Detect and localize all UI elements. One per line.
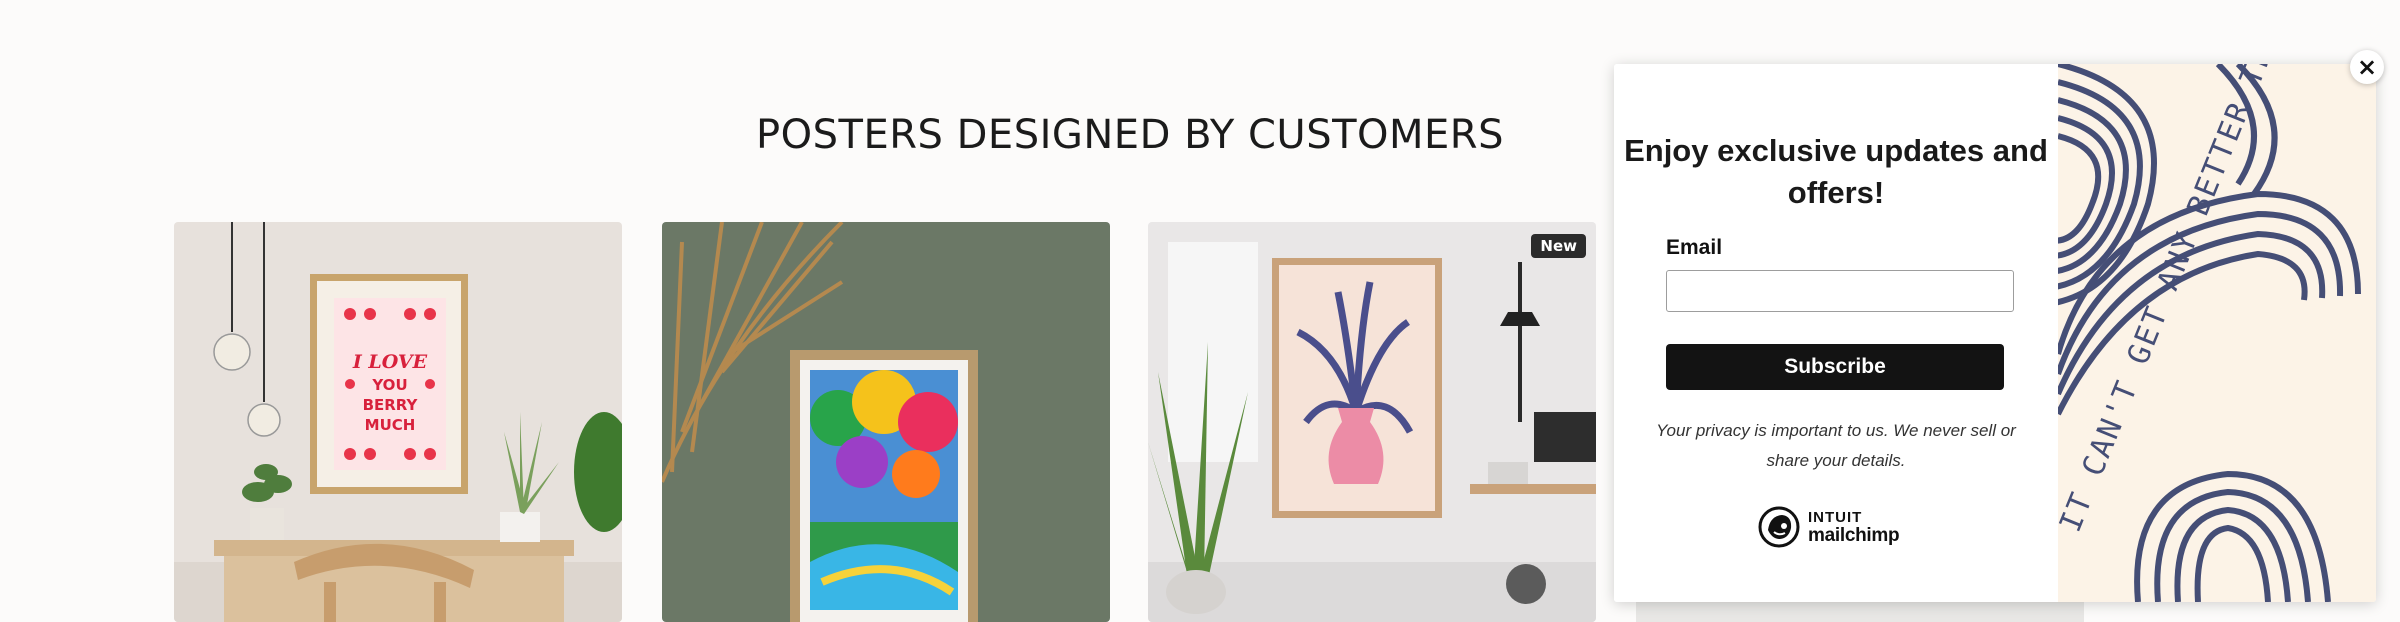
poster-card-pink-vase[interactable]: New — [1148, 222, 1596, 622]
newsletter-popup: Enjoy exclusive updates and offers! Emai… — [1614, 64, 2376, 602]
svg-text:I LOVE: I LOVE — [352, 351, 428, 373]
privacy-notice: Your privacy is important to us. We neve… — [1656, 421, 2016, 470]
popup-artwork: IT CAN'T GET ANY BETTER THAN THIS — [2047, 64, 2376, 602]
artwork-image: IT CAN'T GET ANY BETTER THAN THIS — [2047, 64, 2376, 602]
close-popup-button[interactable]: × — [2350, 50, 2384, 84]
mailchimp-logo: INTUIT mailchimp — [1758, 506, 1900, 548]
mailchimp-icon — [1758, 506, 1800, 548]
close-icon: × — [2356, 53, 2378, 81]
poster-image-3 — [1148, 222, 1596, 622]
mailchimp-logo-line2: mailchimp — [1808, 525, 1900, 546]
poster-image-2 — [662, 222, 1110, 622]
svg-text:BERRY: BERRY — [363, 396, 419, 414]
poster-card-rainbow-forest[interactable] — [662, 222, 1110, 622]
popup-heading: Enjoy exclusive updates and offers! — [1624, 133, 2048, 210]
svg-text:YOU: YOU — [371, 376, 407, 394]
poster-image-1: I LOVE YOU BERRY MUCH — [174, 222, 622, 622]
email-field[interactable] — [1666, 270, 2014, 312]
new-badge: New — [1531, 234, 1586, 258]
svg-text:MUCH: MUCH — [365, 416, 416, 434]
email-label: Email — [1666, 236, 1723, 259]
signup-form: Enjoy exclusive updates and offers! Emai… — [1614, 64, 2058, 602]
poster-card-love-you-berry-much[interactable]: I LOVE YOU BERRY MUCH — [174, 222, 622, 622]
subscribe-button[interactable]: Subscribe — [1666, 344, 2004, 390]
